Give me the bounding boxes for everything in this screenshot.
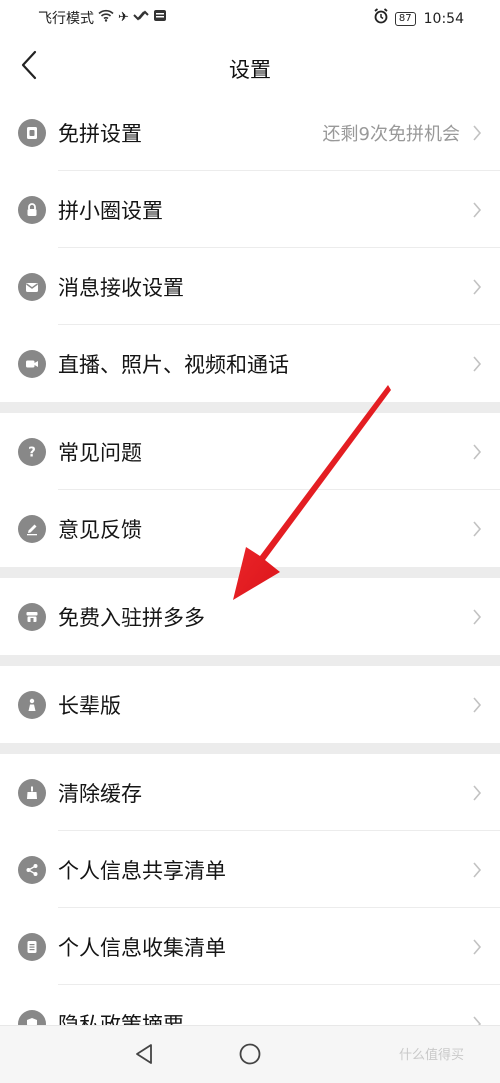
system-home-button[interactable] bbox=[238, 1042, 262, 1070]
page-title: 设置 bbox=[229, 58, 271, 82]
settings-item-media[interactable]: 直播、照片、视频和通话 bbox=[0, 325, 500, 402]
settings-item-label: 免费入驻拼多多 bbox=[58, 605, 205, 630]
watermark: 什么值得买 bbox=[398, 1048, 464, 1063]
settings-item-circle[interactable]: 拼小圈设置 bbox=[0, 171, 500, 248]
settings-item-clear-cache[interactable]: 清除缓存 bbox=[0, 754, 500, 831]
settings-item-label: 拼小圈设置 bbox=[58, 198, 163, 223]
chevron-right-icon bbox=[473, 355, 482, 372]
settings-list: 免拼设置 还剩9次免拼机会 拼小圈设置 消息接收设置 直播、照片、视频和通话 ?… bbox=[0, 94, 500, 1062]
settings-group: 清除缓存 个人信息共享清单 个人信息收集清单 隐私政策摘要 bbox=[0, 754, 500, 1062]
settings-item-label: 直播、照片、视频和通话 bbox=[58, 352, 289, 377]
battery-indicator: 87 bbox=[394, 11, 416, 26]
wifi-icon bbox=[98, 9, 114, 27]
pencil-icon bbox=[18, 514, 46, 543]
circle-home-icon bbox=[239, 1043, 261, 1065]
settings-item-label: 清除缓存 bbox=[58, 781, 142, 806]
chevron-right-icon bbox=[473, 696, 482, 713]
settings-group: ? 常见问题 意见反馈 bbox=[0, 413, 500, 567]
video-icon bbox=[18, 349, 46, 378]
triangle-back-icon bbox=[136, 1044, 152, 1064]
navigation-bar: 设置 bbox=[0, 36, 500, 94]
chevron-right-icon bbox=[473, 861, 482, 878]
elder-icon bbox=[18, 690, 46, 719]
alarm-icon bbox=[373, 8, 389, 29]
settings-item-faq[interactable]: ? 常见问题 bbox=[0, 413, 500, 490]
settings-item-merchant-join[interactable]: 免费入驻拼多多 bbox=[0, 578, 500, 655]
settings-group: 免拼设置 还剩9次免拼机会 拼小圈设置 消息接收设置 直播、照片、视频和通话 bbox=[0, 94, 500, 402]
signal-icon bbox=[133, 9, 149, 27]
message-icon bbox=[153, 9, 167, 27]
settings-item-label: 常见问题 bbox=[58, 440, 142, 465]
settings-item-info-collection[interactable]: 个人信息收集清单 bbox=[0, 908, 500, 985]
question-icon: ? bbox=[18, 437, 46, 466]
system-back-button[interactable] bbox=[132, 1042, 156, 1070]
share-icon bbox=[18, 855, 46, 884]
settings-item-label: 个人信息共享清单 bbox=[58, 858, 226, 883]
group-separator bbox=[0, 567, 500, 578]
free-group-remaining: 还剩9次免拼机会 bbox=[322, 123, 460, 145]
chevron-right-icon bbox=[473, 520, 482, 537]
airplane-mode-text: 飞行模式 bbox=[38, 11, 94, 27]
status-bar: 飞行模式 ✈ 87 10:54 bbox=[0, 0, 500, 36]
broom-icon bbox=[18, 778, 46, 807]
settings-item-label: 免拼设置 bbox=[58, 121, 142, 146]
settings-item-elder-mode[interactable]: 长辈版 bbox=[0, 666, 500, 743]
list-icon bbox=[18, 932, 46, 961]
svg-text:?: ? bbox=[28, 445, 36, 460]
store-icon bbox=[18, 602, 46, 631]
group-separator bbox=[0, 743, 500, 754]
system-navigation-bar: 什么值得买 bbox=[0, 1025, 500, 1083]
settings-item-free-group[interactable]: 免拼设置 还剩9次免拼机会 bbox=[0, 94, 500, 171]
settings-item-info-sharing[interactable]: 个人信息共享清单 bbox=[0, 831, 500, 908]
chevron-right-icon bbox=[473, 443, 482, 460]
group-separator bbox=[0, 655, 500, 666]
settings-item-messages[interactable]: 消息接收设置 bbox=[0, 248, 500, 325]
chevron-right-icon bbox=[473, 201, 482, 218]
clock: 10:54 bbox=[423, 10, 464, 27]
airplane-icon: ✈ bbox=[118, 10, 129, 25]
chevron-right-icon bbox=[473, 124, 482, 141]
settings-item-label: 个人信息收集清单 bbox=[58, 935, 226, 960]
chevron-right-icon bbox=[473, 278, 482, 295]
settings-item-label: 消息接收设置 bbox=[58, 275, 184, 300]
lock-icon bbox=[18, 195, 46, 224]
mail-icon bbox=[18, 272, 46, 301]
settings-item-feedback[interactable]: 意见反馈 bbox=[0, 490, 500, 567]
chevron-right-icon bbox=[473, 608, 482, 625]
settings-item-label: 长辈版 bbox=[58, 693, 121, 718]
settings-group: 长辈版 bbox=[0, 666, 500, 743]
coupon-icon bbox=[18, 118, 46, 147]
chevron-right-icon bbox=[473, 938, 482, 955]
group-separator bbox=[0, 402, 500, 413]
settings-group: 免费入驻拼多多 bbox=[0, 578, 500, 655]
chevron-right-icon bbox=[473, 784, 482, 801]
settings-item-label: 意见反馈 bbox=[58, 517, 142, 542]
